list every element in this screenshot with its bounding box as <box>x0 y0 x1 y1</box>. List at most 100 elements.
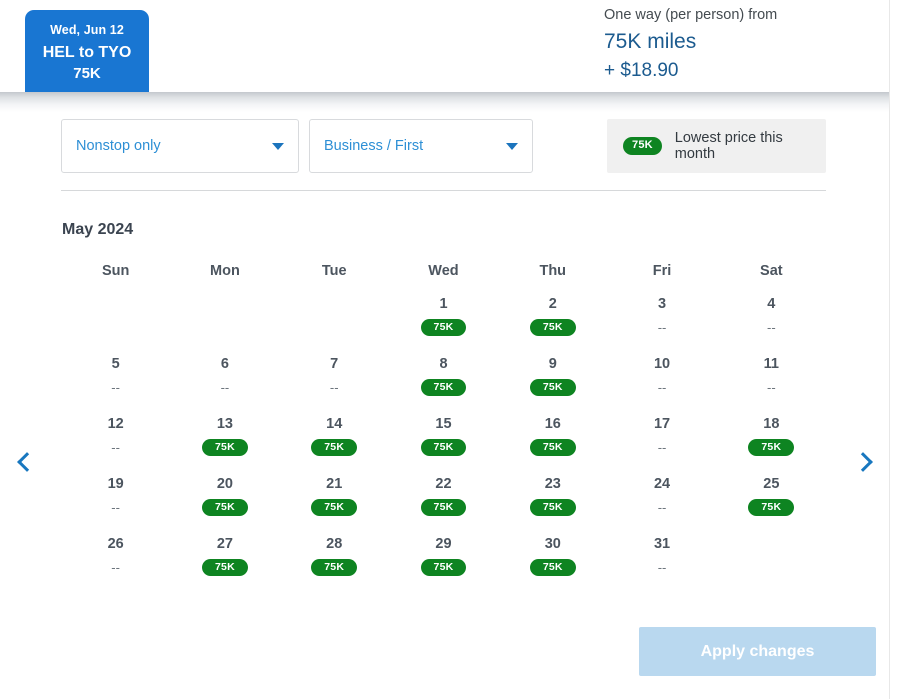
flight-summary-tab[interactable]: Wed, Jun 12 HEL to TYO 75K <box>25 10 149 92</box>
calendar-day-number: 30 <box>544 536 561 552</box>
price-summary-fee: + $18.90 <box>604 60 679 81</box>
calendar-day-cell[interactable]: 5 -- <box>61 344 170 404</box>
section-divider <box>61 190 826 191</box>
calendar-day-price: 75K <box>389 499 498 516</box>
calendar-day-number: 17 <box>653 416 671 432</box>
calendar-day-cell[interactable]: 4 -- <box>717 284 826 344</box>
calendar-day-number: 2 <box>548 296 557 312</box>
calendar-day-cell[interactable]: 23 75K <box>498 464 607 524</box>
calendar-day-price: 75K <box>280 559 389 576</box>
calendar-day-cell[interactable]: 22 75K <box>389 464 498 524</box>
calendar-day-number: 7 <box>330 356 339 372</box>
calendar-day-cell[interactable]: 11 -- <box>717 344 826 404</box>
calendar-day-number: 16 <box>544 416 561 432</box>
calendar-day-number: 18 <box>763 416 780 432</box>
calendar-day-cell[interactable]: 1 75K <box>389 284 498 344</box>
calendar-day-empty <box>170 284 279 344</box>
price-summary-miles: 75K miles <box>604 30 697 53</box>
calendar-week-row: 19 -- 20 75K 21 75K 22 75K 23 75K 24 -- 25 75K <box>61 464 826 524</box>
weekday-header-tue: Tue <box>321 263 347 279</box>
calendar-day-price: -- <box>717 319 826 336</box>
calendar-no-price-marker: -- <box>111 499 120 515</box>
page-header: Wed, Jun 12 HEL to TYO 75K One way (per … <box>0 0 889 92</box>
calendar-grid: Sun Mon Tue Wed Thu Fri Sat 1 75K 2 75K 3 -- 4… <box>61 258 826 584</box>
calendar-day-cell[interactable]: 24 -- <box>607 464 716 524</box>
apply-changes-button[interactable]: Apply changes <box>639 627 876 676</box>
calendar-day-cell[interactable]: 20 75K <box>170 464 279 524</box>
stops-select-value: Nonstop only <box>76 138 161 154</box>
calendar-day-cell[interactable]: 15 75K <box>389 404 498 464</box>
lowest-price-legend: 75K Lowest price this month <box>607 119 826 173</box>
calendar-day-cell[interactable]: 13 75K <box>170 404 279 464</box>
calendar-day-cell[interactable]: 26 -- <box>61 524 170 584</box>
weekday-header-thu: Thu <box>539 263 567 279</box>
calendar-day-price: -- <box>607 499 716 516</box>
calendar-price-pill: 75K <box>529 439 576 456</box>
calendar-day-cell[interactable]: 3 -- <box>607 284 716 344</box>
calendar-price-pill: 75K <box>420 559 467 576</box>
calendar-day-number: 3 <box>658 296 667 312</box>
calendar-day-number: 20 <box>216 476 233 492</box>
calendar-day-price: -- <box>607 439 716 456</box>
calendar-day-cell[interactable]: 9 75K <box>498 344 607 404</box>
calendar-day-price <box>280 299 389 316</box>
calendar-day-price: 75K <box>389 439 498 456</box>
calendar-day-cell[interactable]: 8 75K <box>389 344 498 404</box>
weekday-header-mon: Mon <box>210 263 240 279</box>
calendar-day-price: 75K <box>170 439 279 456</box>
calendar-day-cell[interactable]: 2 75K <box>498 284 607 344</box>
next-month-button[interactable] <box>847 444 883 480</box>
calendar-day-number: 10 <box>653 356 671 372</box>
calendar-weekday-row: Sun Mon Tue Wed Thu Fri Sat <box>61 258 826 284</box>
calendar-no-price-marker: -- <box>766 319 776 335</box>
calendar-day-cell[interactable]: 25 75K <box>717 464 826 524</box>
calendar-no-price-marker: -- <box>657 379 667 395</box>
calendar-no-price-marker: -- <box>111 379 120 395</box>
calendar-day-number: 24 <box>653 476 671 492</box>
calendar-day-cell[interactable]: 30 75K <box>498 524 607 584</box>
weekday-header-sun: Sun <box>101 263 130 279</box>
calendar-day-cell[interactable]: 7 -- <box>280 344 389 404</box>
chevron-down-icon <box>506 142 518 150</box>
price-summary: One way (per person) from 75K miles + $1… <box>604 4 777 85</box>
flight-tab-date: Wed, Jun 12 <box>50 23 124 37</box>
calendar-day-cell[interactable]: 6 -- <box>170 344 279 404</box>
calendar-day-cell[interactable]: 31 -- <box>607 524 716 584</box>
calendar-day-price: -- <box>607 559 716 576</box>
calendar-day-cell[interactable]: 14 75K <box>280 404 389 464</box>
calendar-day-price <box>61 299 170 316</box>
calendar-day-number: 14 <box>326 416 343 432</box>
calendar-no-price-marker: -- <box>329 379 339 395</box>
header-shadow <box>0 92 889 112</box>
filter-bar: Nonstop only Business / First 75K Lowest… <box>0 112 889 192</box>
calendar-day-cell[interactable]: 21 75K <box>280 464 389 524</box>
calendar-price-pill: 75K <box>420 319 467 336</box>
legend-label: Lowest price this month <box>674 130 783 162</box>
weekday-header-sat: Sat <box>760 263 783 279</box>
calendar-day-cell[interactable]: 12 -- <box>61 404 170 464</box>
calendar-day-cell[interactable]: 29 75K <box>389 524 498 584</box>
calendar-day-price: -- <box>61 379 170 396</box>
previous-month-button[interactable] <box>6 444 42 480</box>
calendar-price-pill: 75K <box>311 559 358 576</box>
calendar-day-price: 75K <box>280 439 389 456</box>
calendar-price-pill: 75K <box>420 439 467 456</box>
calendar-week-row: 5 -- 6 -- 7 -- 8 75K 9 75K 10 -- 11 -- <box>61 344 826 404</box>
calendar-day-cell[interactable]: 19 -- <box>61 464 170 524</box>
calendar-month-title: May 2024 <box>62 221 134 238</box>
calendar-price-pill: 75K <box>748 439 795 456</box>
calendar-day-cell[interactable]: 18 75K <box>717 404 826 464</box>
flight-tab-price: 75K <box>73 65 101 82</box>
cabin-select[interactable]: Business / First <box>309 119 533 173</box>
stops-select[interactable]: Nonstop only <box>61 119 299 173</box>
calendar-day-cell[interactable]: 28 75K <box>280 524 389 584</box>
calendar-day-price: -- <box>717 379 826 396</box>
calendar-day-price: -- <box>61 439 170 456</box>
calendar-day-cell[interactable]: 10 -- <box>607 344 716 404</box>
chevron-left-icon <box>16 452 37 472</box>
legend-price-pill: 75K <box>623 137 662 155</box>
calendar-day-cell[interactable]: 16 75K <box>498 404 607 464</box>
calendar-day-cell[interactable]: 27 75K <box>170 524 279 584</box>
calendar-price-pill: 75K <box>529 379 576 396</box>
calendar-day-cell[interactable]: 17 -- <box>607 404 716 464</box>
